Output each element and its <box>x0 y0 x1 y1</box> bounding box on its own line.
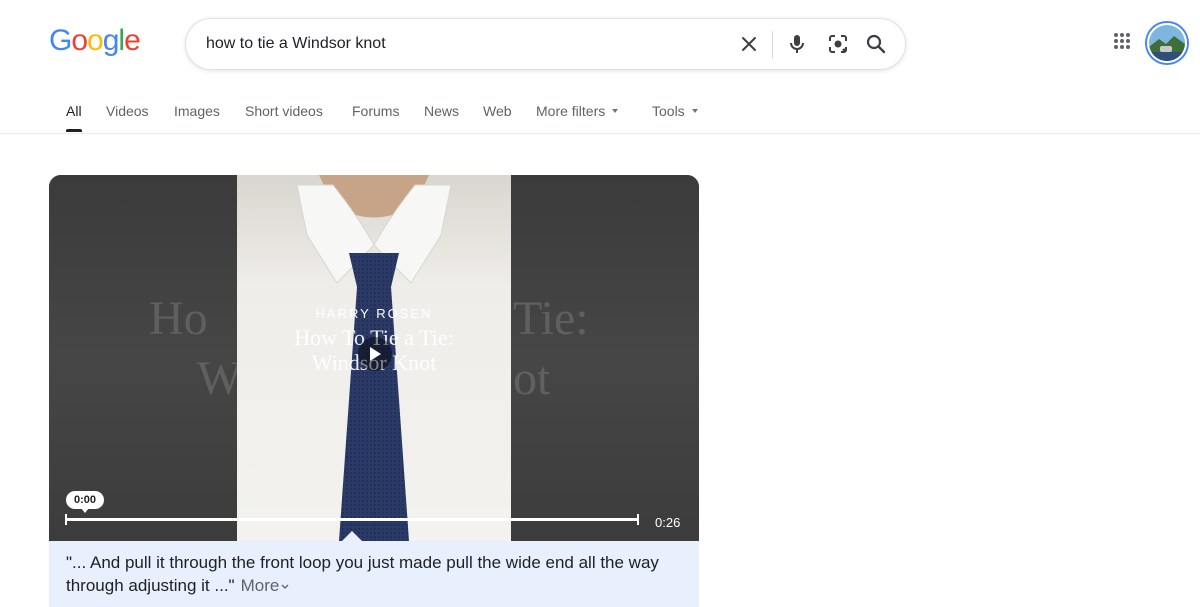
logo-letter: e <box>124 24 141 57</box>
microphone-icon[interactable] <box>785 32 809 56</box>
lens-icon[interactable] <box>826 32 850 56</box>
divider <box>772 31 773 59</box>
play-button[interactable] <box>358 337 392 371</box>
video-blurred-right: Tie: ot <box>511 175 699 541</box>
tab-tools-label: Tools <box>652 103 685 119</box>
google-logo[interactable]: Google <box>49 24 141 58</box>
tab-more-filters-label: More filters <box>536 103 606 119</box>
tab-short-videos[interactable]: Short videos <box>245 103 323 119</box>
apps-grid-icon[interactable] <box>1112 31 1136 55</box>
search-box <box>185 18 906 70</box>
more-label: More <box>240 576 280 595</box>
caption-pointer <box>342 531 362 541</box>
avatar[interactable] <box>1147 23 1187 63</box>
video-blurred-left: Ho W <box>49 175 242 541</box>
chevron-down-icon <box>691 109 698 114</box>
logo-letter: G <box>49 24 72 57</box>
logo-letter: o <box>87 24 104 57</box>
logo-letter: g <box>102 24 120 57</box>
play-icon <box>370 347 381 361</box>
tab-forums[interactable]: Forums <box>352 103 399 119</box>
video-brand: HARRY ROSEN <box>315 306 433 321</box>
tab-videos[interactable]: Videos <box>106 103 149 119</box>
tab-images[interactable]: Images <box>174 103 220 119</box>
tab-more-filters[interactable]: More filters <box>536 103 619 119</box>
transcript-text: "... And pull it through the front loop … <box>66 553 659 595</box>
progress-bar[interactable] <box>66 518 638 521</box>
blurred-text: Ho <box>149 292 208 345</box>
blurred-text: Tie: <box>513 292 589 345</box>
chevron-down-icon <box>612 109 619 114</box>
progress-end-cap <box>637 514 639 525</box>
video-result-card: Ho W Tie: ot HARRY ROSEN How To Tie a Ti… <box>49 175 699 607</box>
logo-letter: o <box>71 24 88 57</box>
search-input[interactable] <box>206 19 726 69</box>
more-button[interactable]: More <box>241 576 290 595</box>
active-tab-indicator <box>66 129 82 132</box>
blurred-text: W <box>197 352 243 405</box>
chevron-down-icon <box>281 584 289 589</box>
tab-tools[interactable]: Tools <box>652 103 698 119</box>
blurred-text: ot <box>513 352 551 405</box>
tab-all[interactable]: All <box>66 103 82 119</box>
tab-news[interactable]: News <box>424 103 459 119</box>
transcript-snippet: "... And pull it through the front loop … <box>49 541 699 607</box>
video-duration: 0:26 <box>655 515 681 530</box>
close-icon[interactable] <box>737 32 761 56</box>
search-tabs: All Videos Images Short videos Forums Ne… <box>0 96 1200 134</box>
current-time: 0:00 <box>66 491 104 513</box>
tab-web[interactable]: Web <box>483 103 512 119</box>
video-player[interactable]: Ho W Tie: ot HARRY ROSEN How To Tie a Ti… <box>49 175 699 541</box>
search-icon[interactable] <box>864 32 888 56</box>
